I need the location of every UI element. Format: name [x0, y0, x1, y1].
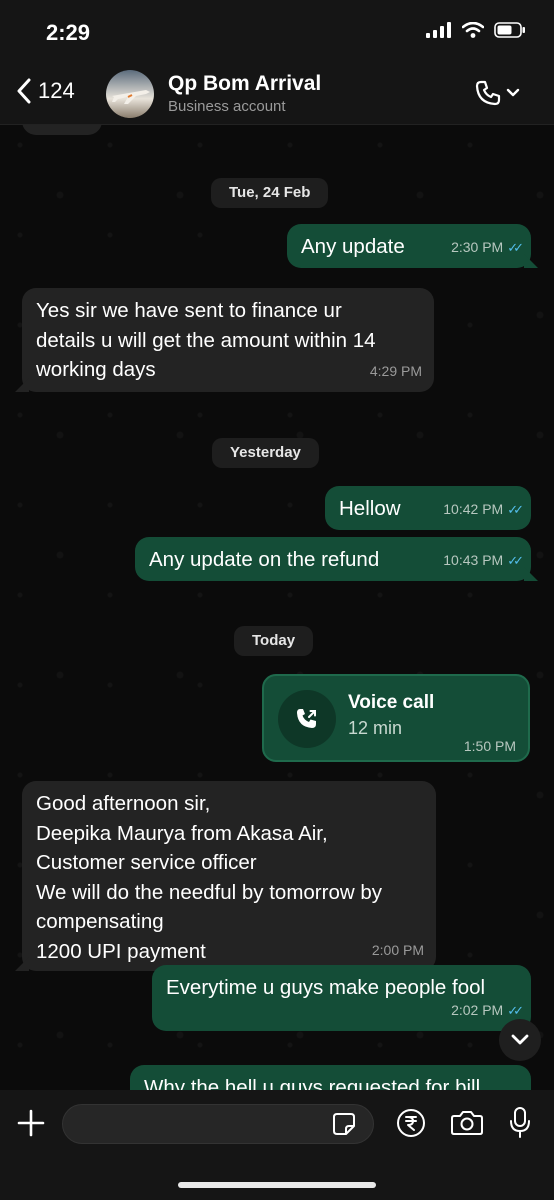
voice-call-card[interactable]: Voice call 12 min 1:50 PM	[262, 674, 530, 762]
input-bar	[0, 1090, 554, 1200]
rupee-icon	[397, 1109, 425, 1137]
message-time: 10:43 PM	[443, 551, 504, 568]
message-bubble-incoming[interactable]: Good afternoon sir, Deepika Maurya from …	[15, 781, 436, 971]
call-button[interactable]	[474, 79, 520, 107]
home-indicator	[178, 1182, 376, 1188]
back-chevron-icon	[17, 78, 31, 104]
message-time: 1:50 PM	[463, 738, 516, 754]
read-ticks-icon: ✓✓	[507, 239, 524, 255]
chevron-down-icon	[511, 1034, 529, 1045]
camera-icon	[451, 1111, 483, 1135]
message-line: Customer service officer	[36, 851, 257, 874]
status-bar: 2:29	[0, 0, 554, 66]
message-bubble-incoming[interactable]: Yes sir we have sent to finance ur detai…	[15, 288, 434, 392]
wifi-icon	[462, 22, 484, 38]
bubble-tail	[15, 957, 29, 971]
plus-icon	[17, 1109, 45, 1137]
message-line: Yes sir we have sent to finance ur	[36, 299, 342, 322]
message-meta: 1:50 PM	[464, 738, 516, 754]
message-line: We will do the needful by tomorrow by	[36, 880, 383, 904]
message-meta: 2:30 PM ✓✓	[451, 233, 524, 263]
chat-area[interactable]: Tue, 24 Feb Any update 2:30 PM ✓✓ Yes si…	[0, 125, 554, 1090]
date-separator: Today	[234, 626, 314, 656]
message-text: Any update on the refund	[149, 548, 380, 571]
message-bubble-outgoing[interactable]: Any update on the refund 10:43 PM ✓✓	[135, 537, 538, 581]
status-icons	[426, 22, 526, 38]
message-time: 2:00 PM	[371, 941, 424, 958]
back-button[interactable]: 124	[16, 78, 75, 104]
mic-button[interactable]	[508, 1106, 532, 1145]
sticker-button[interactable]	[332, 1112, 356, 1141]
message-time: 2:30 PM	[451, 238, 504, 255]
message-bubble-outgoing[interactable]: Why the hell u guys requested for bill	[130, 1065, 531, 1090]
read-ticks-icon: ✓✓	[507, 552, 524, 568]
read-ticks-icon: ✓✓	[507, 501, 524, 517]
message-time: 2:02 PM	[451, 1001, 504, 1018]
message-line: 1200 UPI payment	[36, 939, 206, 963]
previous-message-stub	[22, 125, 102, 135]
payment-button[interactable]	[396, 1108, 426, 1143]
date-separator: Tue, 24 Feb	[211, 178, 329, 208]
voice-call-duration: 12 min	[348, 718, 403, 738]
avatar[interactable]	[106, 70, 154, 118]
message-input[interactable]	[62, 1104, 374, 1144]
message-line: working days	[36, 358, 156, 381]
airplane-icon	[112, 90, 150, 104]
message-line: Good afternoon sir,	[36, 792, 211, 815]
bubble-tail	[15, 378, 29, 392]
unread-count: 124	[38, 78, 75, 103]
status-time: 2:29	[46, 20, 91, 45]
message-meta: 10:43 PM ✓✓	[443, 546, 524, 576]
voice-call-title: Voice call	[348, 692, 435, 713]
contact-name[interactable]: Qp Bom Arrival	[168, 72, 321, 96]
chat-header: 124 Qp Bom Arrival Business account	[0, 66, 554, 125]
date-separator: Yesterday	[212, 438, 319, 468]
chevron-down-icon	[506, 88, 520, 97]
message-bubble-outgoing[interactable]: Everytime u guys make people fool 2:02 P…	[152, 965, 531, 1031]
message-line: details u will get the amount within 14	[36, 328, 376, 352]
bubble-tail	[524, 254, 538, 268]
message-meta: 2:02 PM ✓✓	[451, 996, 524, 1026]
attach-button[interactable]	[16, 1108, 46, 1143]
signal-icon	[426, 22, 451, 38]
scroll-down-button[interactable]	[499, 1019, 541, 1061]
message-text: Why the hell u guys requested for bill	[144, 1076, 481, 1090]
outgoing-call-icon	[297, 709, 316, 728]
camera-button[interactable]	[450, 1108, 484, 1143]
message-text: Any update	[301, 235, 405, 258]
message-text: Everytime u guys make people fool	[166, 976, 486, 999]
message-text: Hellow	[339, 497, 401, 520]
message-bubble-outgoing[interactable]: Any update 2:30 PM ✓✓	[287, 224, 538, 268]
bubble-tail	[524, 567, 538, 581]
mic-icon	[510, 1107, 530, 1138]
message-meta: 10:42 PM ✓✓	[443, 495, 524, 525]
voice-call-icon-wrap	[278, 690, 336, 748]
message-time: 10:42 PM	[443, 500, 504, 517]
message-line: Deepika Maurya from Akasa Air,	[36, 821, 328, 845]
message-meta: 4:29 PM	[370, 357, 422, 387]
contact-subtitle: Business account	[168, 98, 286, 115]
message-line: compensating	[36, 910, 164, 933]
message-meta: 2:00 PM	[372, 936, 424, 966]
sticker-icon	[333, 1113, 355, 1135]
battery-icon	[494, 22, 525, 38]
phone-icon	[475, 80, 501, 106]
message-time: 4:29 PM	[369, 362, 422, 379]
message-bubble-outgoing[interactable]: Hellow 10:42 PM ✓✓	[325, 486, 531, 530]
